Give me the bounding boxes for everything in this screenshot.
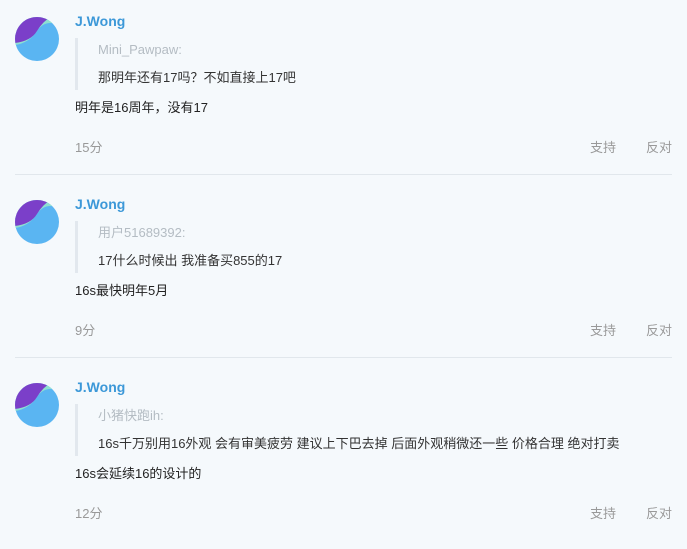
comment-item: J.Wong 小猪快跑ih: 16s千万别用16外观 会有审美疲劳 建议上下巴去…	[0, 366, 687, 549]
oppose-button[interactable]: 反对	[646, 320, 672, 339]
quoted-comment: 小猪快跑ih: 16s千万别用16外观 会有审美疲劳 建议上下巴去掉 后面外观稍…	[75, 404, 619, 456]
comment-list: J.Wong Mini_Pawpaw: 那明年还有17吗？不如直接上17吧 明年…	[0, 0, 687, 549]
avatar-icon[interactable]	[15, 200, 59, 244]
timestamp: 9分	[75, 323, 96, 338]
quoted-username: 小猪快跑ih:	[98, 408, 164, 423]
oppose-button[interactable]: 反对	[646, 137, 672, 156]
reply-text: 16s会延续16的设计的	[75, 466, 202, 481]
quoted-username: Mini_Pawpaw:	[98, 42, 182, 57]
quoted-text: 17什么时候出 我准备买855的17	[98, 253, 283, 268]
reply-text: 明年是16周年，没有17	[75, 100, 208, 115]
quoted-text: 16s千万别用16外观 会有审美疲劳 建议上下巴去掉 后面外观稍微还一些 价格合…	[98, 436, 620, 451]
support-button[interactable]: 支持	[590, 503, 616, 522]
quoted-comment: 用户51689392: 17什么时候出 我准备买855的17	[75, 221, 282, 273]
quoted-comment: Mini_Pawpaw: 那明年还有17吗？不如直接上17吧	[75, 38, 296, 90]
support-button[interactable]: 支持	[590, 137, 616, 156]
quoted-text: 那明年还有17吗？不如直接上17吧	[98, 70, 296, 85]
username[interactable]: J.Wong	[75, 379, 125, 395]
username[interactable]: J.Wong	[75, 196, 125, 212]
comment-item: J.Wong 用户51689392: 17什么时候出 我准备买855的17 16…	[0, 183, 687, 366]
support-button[interactable]: 支持	[590, 320, 616, 339]
reply-text: 16s最快明年5月	[75, 283, 169, 298]
oppose-button[interactable]: 反对	[646, 503, 672, 522]
quoted-username: 用户51689392:	[98, 225, 186, 240]
username[interactable]: J.Wong	[75, 13, 125, 29]
timestamp: 15分	[75, 140, 103, 155]
avatar-icon[interactable]	[15, 383, 59, 427]
timestamp: 12分	[75, 506, 103, 521]
comment-item: J.Wong Mini_Pawpaw: 那明年还有17吗？不如直接上17吧 明年…	[0, 0, 687, 183]
avatar-icon[interactable]	[15, 17, 59, 61]
